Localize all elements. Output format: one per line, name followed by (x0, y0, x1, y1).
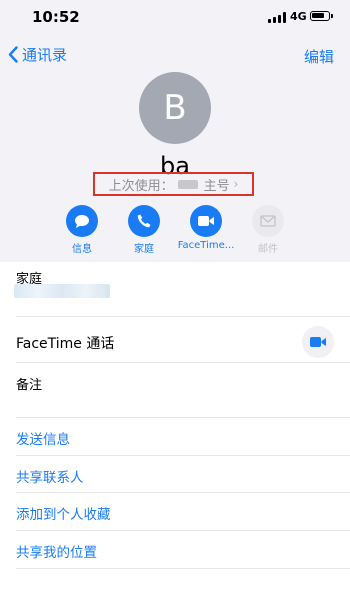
action-facetime-label: FaceTime... (177, 240, 235, 251)
facetime-label[interactable]: FaceTime 通话 (16, 333, 114, 353)
divider (16, 316, 350, 317)
action-call-label: 家庭 (134, 244, 154, 255)
share-contact-link[interactable]: 共享联系人 (16, 466, 84, 486)
action-message-button[interactable]: 信息 (50, 205, 114, 255)
chevron-left-icon (8, 46, 18, 63)
action-mail-label: 邮件 (258, 244, 278, 255)
divider (16, 492, 350, 493)
edit-button[interactable]: 编辑 (304, 46, 334, 67)
divider (16, 417, 350, 418)
last-used-line: 主号 (203, 178, 230, 194)
back-label: 通讯录 (22, 46, 68, 64)
status-time: 10:52 (32, 8, 80, 26)
back-button[interactable]: 通讯录 (8, 44, 67, 65)
avatar: B (139, 72, 211, 144)
share-location-link[interactable]: 共享我的位置 (16, 541, 97, 561)
action-call-button[interactable]: 家庭 (112, 205, 176, 255)
divider (16, 455, 350, 456)
add-to-favorites-link[interactable]: 添加到个人收藏 (16, 503, 111, 523)
message-icon (66, 205, 98, 237)
battery-icon (310, 11, 333, 21)
last-used-prefix: 上次使用： (108, 178, 174, 194)
video-icon (190, 205, 222, 237)
mail-icon (252, 205, 284, 237)
send-message-link[interactable]: 发送信息 (16, 428, 70, 448)
action-message-label: 信息 (72, 244, 92, 255)
signal-icon (268, 12, 286, 23)
chevron-right-icon: › (233, 177, 239, 191)
video-icon (310, 337, 326, 347)
notes-label[interactable]: 备注 (16, 374, 42, 393)
divider (16, 530, 350, 531)
facetime-video-button[interactable] (302, 326, 334, 358)
phone-number-blurred[interactable] (14, 284, 110, 298)
action-mail-button[interactable]: 邮件 (236, 205, 300, 255)
divider (16, 568, 350, 569)
sim-badge-icon (177, 179, 198, 189)
contact-header: 10:52 4G 通讯录 编辑 B ba 上次使用： 主号 › 信息 家庭 Fa… (0, 0, 350, 262)
status-bar: 10:52 4G (0, 0, 350, 34)
action-facetime-button[interactable]: FaceTime... (174, 205, 238, 251)
network-type: 4G (290, 10, 307, 23)
last-used-line-selector[interactable]: 上次使用： 主号 › (93, 172, 254, 196)
phone-icon (128, 205, 160, 237)
divider (16, 362, 350, 363)
